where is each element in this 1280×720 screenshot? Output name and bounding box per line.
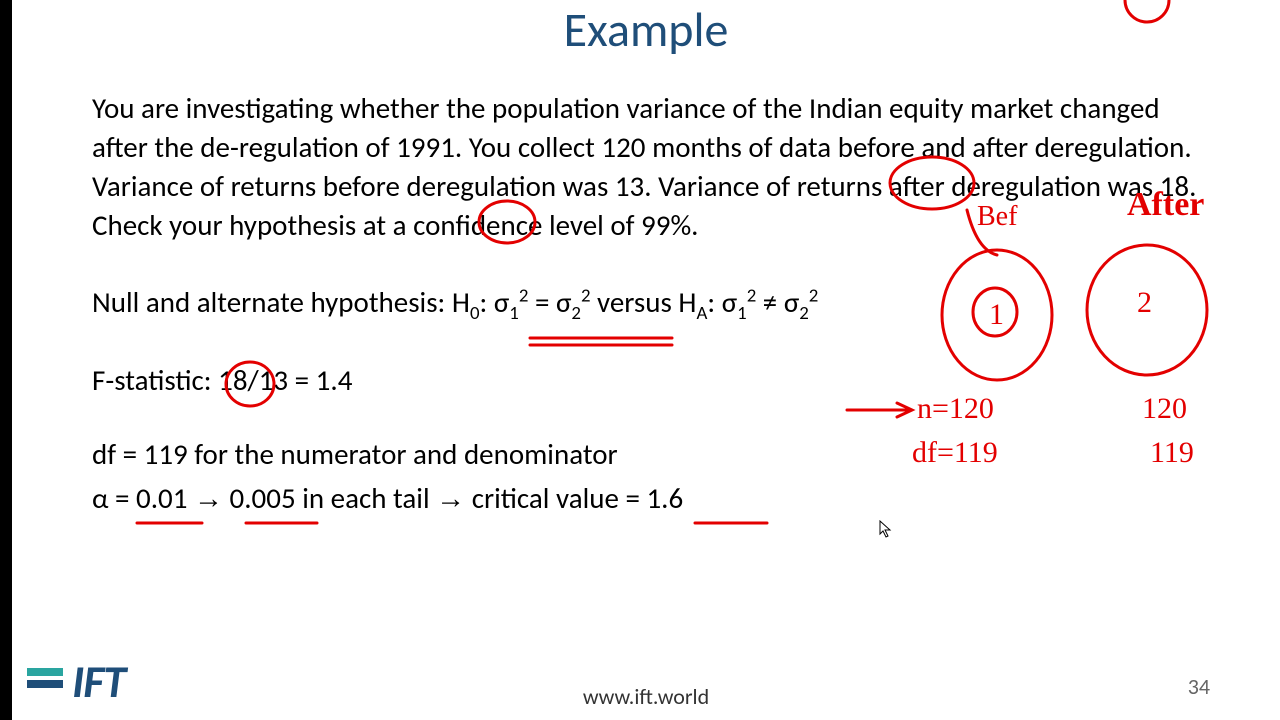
df-line: df = 119 for the numerator and denominat… xyxy=(92,436,1200,472)
a1: α = 0.01 xyxy=(92,480,194,516)
s1sup: 2 xyxy=(519,284,529,307)
page-number: 34 xyxy=(1188,673,1210,700)
cursor-icon xyxy=(879,520,893,543)
ar2: → xyxy=(436,483,465,515)
s1sub: 1 xyxy=(509,301,519,324)
ne: ≠ xyxy=(756,284,784,320)
logo: IFT xyxy=(32,654,125,710)
problem-statement: You are investigating whether the popula… xyxy=(92,89,1200,246)
s2subb: 2 xyxy=(799,301,809,324)
hypothesis-line: Null and alternate hypothesis: H0: σ12 =… xyxy=(92,284,1200,325)
s2b: σ xyxy=(784,284,799,320)
eq: = xyxy=(528,284,556,320)
fstat-line: F-statistic: 18/13 = 1.4 xyxy=(92,362,1200,398)
logo-text: IFT xyxy=(72,654,125,710)
s1: σ xyxy=(494,284,509,320)
slide-title: Example xyxy=(12,0,1280,59)
s1b: σ xyxy=(722,284,737,320)
h0-pre: H xyxy=(452,284,470,320)
versus: versus H xyxy=(591,284,697,320)
s2sub: 2 xyxy=(571,301,581,324)
a2: 0.005 in each tail xyxy=(223,480,436,516)
s2sup: 2 xyxy=(581,284,591,307)
footer-url: www.ift.world xyxy=(583,683,709,710)
fstat-calc: 18/13 = 1.4 xyxy=(218,362,352,398)
s2supb: 2 xyxy=(809,284,819,307)
s1supb: 2 xyxy=(747,284,757,307)
a3: critical value = 1.6 xyxy=(465,480,683,516)
s1subb: 1 xyxy=(737,301,747,324)
alpha-line: α = 0.01 → 0.005 in each tail → critical… xyxy=(92,480,1200,516)
fstat-label: F-statistic: xyxy=(92,362,218,398)
content-area: You are investigating whether the popula… xyxy=(12,89,1280,516)
hasub: A xyxy=(696,301,707,324)
h0-sub: 0 xyxy=(470,301,480,324)
s2: σ xyxy=(556,284,571,320)
ar1: → xyxy=(194,483,223,515)
hypothesis-label: Null and alternate hypothesis: xyxy=(92,284,452,320)
